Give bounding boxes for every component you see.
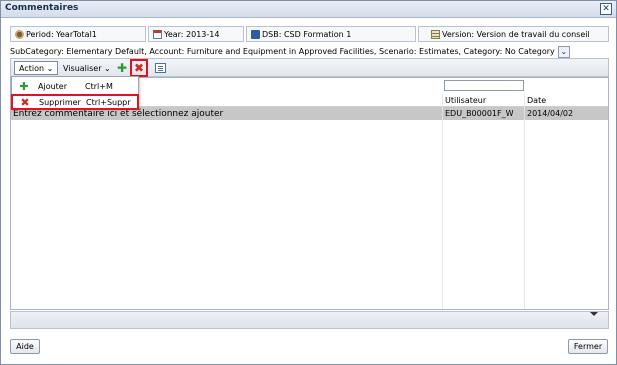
calendar-icon [153,29,162,39]
pov-version-label: Version: Version de travail du conseil [442,29,590,39]
pov-version: Version: Version de travail du conseil [418,26,609,42]
action-dropdown-menu: ✚ Ajouter Ctrl+M ✖ Supprimer Ctrl+Suppr [11,76,139,110]
pov-icon [15,29,24,39]
add-button[interactable]: ✚ [115,61,129,75]
action-menu-button[interactable]: Action ⌄ [14,61,59,75]
date-column-header[interactable]: Date [524,94,608,107]
menu-item-delete[interactable]: ✖ Supprimer Ctrl+Suppr [11,94,139,110]
delete-icon: ✖ [133,61,145,75]
help-button[interactable]: Aide [10,339,40,354]
user-column-header[interactable]: Utilisateur [442,94,524,107]
close-dialog-button[interactable]: ✕ [600,3,612,15]
chevron-down-icon: ⌄ [101,63,111,73]
add-icon: ✚ [19,79,29,93]
action-menu-label: Action [19,63,45,73]
comments-table: Utilisateur Date Entrez commentaire ici … [10,77,609,310]
menu-item-shortcut: Ctrl+Suppr [86,97,131,107]
view-menu-label: Visualiser [63,63,102,73]
pov-year-label: Year: 2013-14 [164,29,220,39]
network-icon [251,29,260,39]
edit-icon [154,63,166,73]
table-footer-bar [10,311,609,329]
menu-item-label: Supprimer [39,97,81,107]
subcategory-dropdown-button[interactable]: ⌄ [557,45,570,58]
chevron-down-icon: ⌄ [44,63,54,73]
menu-item-shortcut: Ctrl+M [85,81,113,91]
pov-dsb: DSB: CSD Formation 1 [246,26,416,42]
subcategory-bar: SubCategory: Elementary Default, Account… [10,45,570,58]
menu-item-add[interactable]: ✚ Ajouter Ctrl+M [12,79,138,93]
pov-period-label: Period: YearTotal1 [26,29,97,39]
scroll-down-icon[interactable] [590,312,598,316]
menu-item-label: Ajouter [38,81,68,91]
delete-icon: ✖ [20,95,30,109]
pov-period: Period: YearTotal1 [10,26,146,42]
pov-year: Year: 2013-14 [148,26,244,42]
dialog-title: Commentaires [5,3,79,13]
column-divider [442,94,443,309]
delete-button[interactable]: ✖ [130,59,148,77]
subcategory-text: SubCategory: Elementary Default, Account… [10,47,555,56]
toolbar: Action ⌄ Visualiser ⌄ ✚ ✖ [10,58,609,77]
pov-dsb-label: DSB: CSD Formation 1 [262,29,352,39]
version-icon [431,29,440,39]
user-cell: EDU_B00001F_W [442,107,524,120]
user-filter-input[interactable] [444,80,524,91]
column-divider [524,94,525,309]
comments-dialog: Commentaires ✕ Period: YearTotal1 Year: … [0,0,617,365]
pov-bar: Period: YearTotal1 Year: 2013-14 DSB: CS… [10,26,609,42]
edit-button[interactable] [153,61,167,75]
close-button[interactable]: Fermer [568,339,608,354]
add-icon: ✚ [116,61,128,75]
date-cell: 2014/04/02 [524,107,608,120]
title-bar: Commentaires ✕ [1,1,616,18]
view-menu-button[interactable]: Visualiser ⌄ [58,61,116,75]
